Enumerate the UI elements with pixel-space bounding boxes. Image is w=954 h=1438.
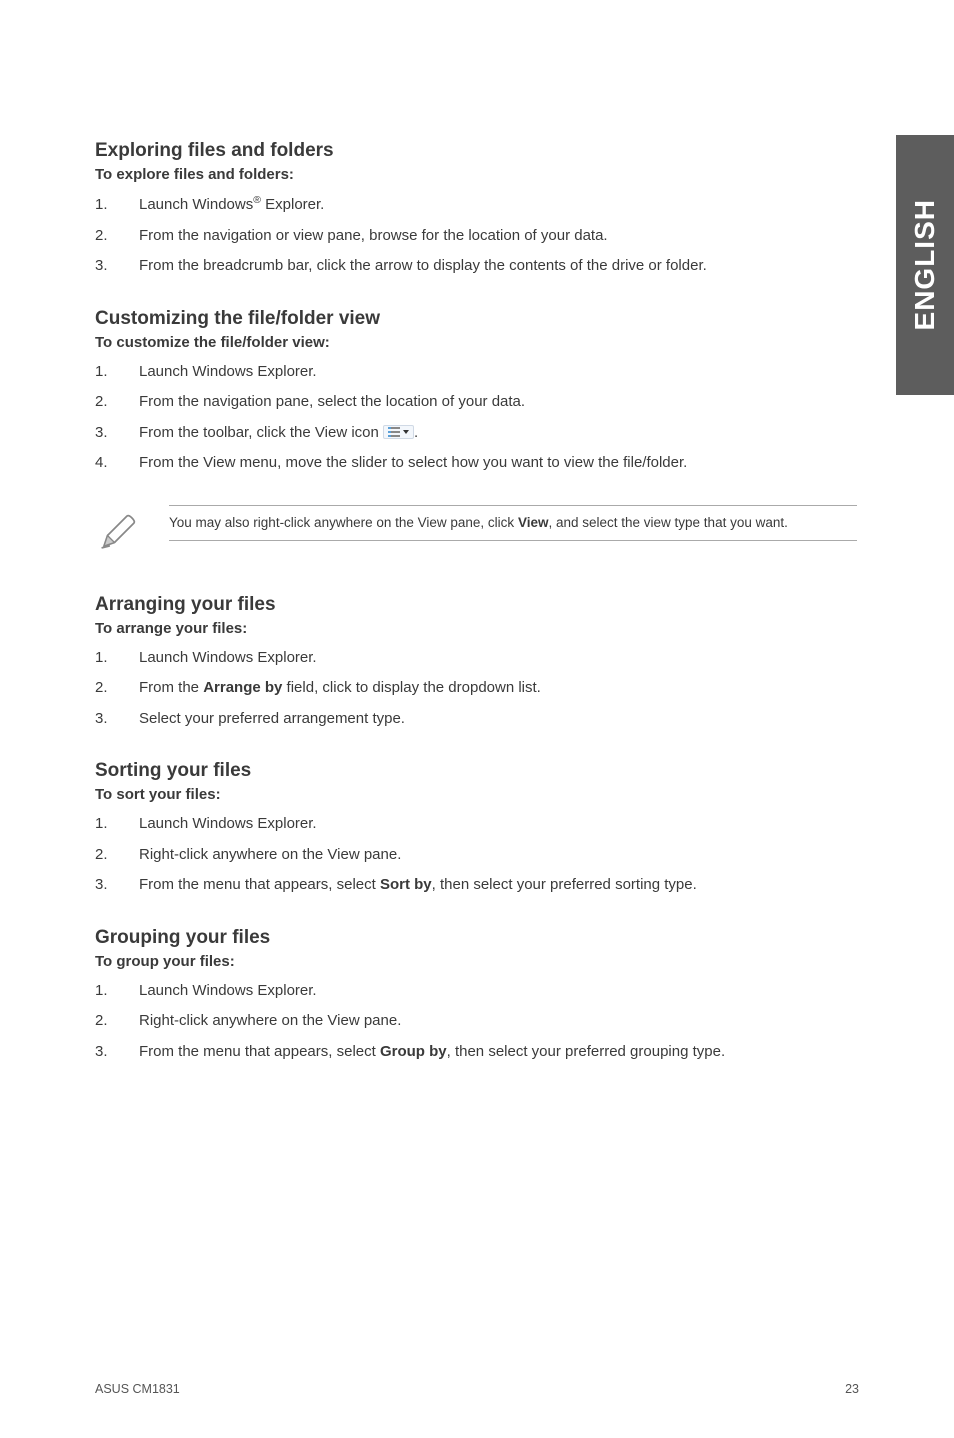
note-text: You may also right-click anywhere on the…: [169, 505, 857, 542]
list-item: 1.Launch Windows Explorer.: [95, 980, 859, 1003]
item-text: Right-click anywhere on the View pane.: [139, 1012, 401, 1029]
section-exploring: Exploring files and folders To explore f…: [95, 140, 859, 278]
item-text: From the navigation pane, select the loc…: [139, 393, 525, 410]
pencil-icon: [97, 505, 139, 558]
item-number: 3.: [95, 1041, 139, 1064]
subhead-customizing: To customize the file/folder view:: [95, 334, 859, 351]
list-exploring: 1.Launch Windows® Explorer. 2.From the n…: [95, 193, 859, 278]
subhead-sorting: To sort your files:: [95, 786, 859, 803]
list-item: 1.Launch Windows Explorer.: [95, 361, 859, 384]
item-number: 1.: [95, 647, 139, 670]
language-tab: ENGLISH: [896, 135, 954, 395]
item-text-post: field, click to display the dropdown lis…: [282, 679, 540, 696]
item-number: 1.: [95, 813, 139, 836]
item-text-post: , then select your preferred sorting typ…: [432, 876, 697, 893]
section-sorting: Sorting your files To sort your files: 1…: [95, 760, 859, 897]
item-number: 1.: [95, 361, 139, 384]
note-pre: You may also right-click anywhere on the…: [169, 515, 518, 530]
item-text-pre: From the: [139, 679, 203, 696]
item-text: Launch Windows Explorer.: [139, 649, 317, 666]
list-item: 2.From the Arrange by field, click to di…: [95, 677, 859, 700]
item-text: Launch Windows Explorer.: [139, 982, 317, 999]
item-text-post: Explorer.: [261, 196, 324, 213]
item-number: 2.: [95, 225, 139, 248]
page-footer: ASUS CM1831 23: [95, 1382, 859, 1396]
item-text-pre: Launch Windows: [139, 196, 253, 213]
item-number: 3.: [95, 255, 139, 278]
item-text-post: .: [414, 424, 418, 441]
list-item: 3.From the toolbar, click the View icon …: [95, 422, 859, 445]
heading-exploring: Exploring files and folders: [95, 140, 859, 162]
list-item: 4.From the View menu, move the slider to…: [95, 452, 859, 475]
list-bars-icon: [388, 427, 400, 437]
subhead-exploring: To explore files and folders:: [95, 166, 859, 183]
subhead-arranging: To arrange your files:: [95, 620, 859, 637]
item-number: 2.: [95, 1010, 139, 1033]
item-text: Launch Windows Explorer.: [139, 815, 317, 832]
item-number: 2.: [95, 844, 139, 867]
note-block: You may also right-click anywhere on the…: [95, 505, 859, 558]
item-text-pre: From the toolbar, click the View icon: [139, 424, 383, 441]
list-item: 2.From the navigation pane, select the l…: [95, 391, 859, 414]
dropdown-arrow-icon: [403, 430, 409, 434]
item-text: From the breadcrumb bar, click the arrow…: [139, 257, 707, 274]
list-sorting: 1.Launch Windows Explorer. 2.Right-click…: [95, 813, 859, 897]
list-item: 3.From the breadcrumb bar, click the arr…: [95, 255, 859, 278]
list-grouping: 1.Launch Windows Explorer. 2.Right-click…: [95, 980, 859, 1064]
item-text-pre: From the menu that appears, select: [139, 876, 380, 893]
list-item: 1.Launch Windows® Explorer.: [95, 193, 859, 217]
list-item: 1.Launch Windows Explorer.: [95, 647, 859, 670]
view-icon: [383, 425, 414, 439]
heading-arranging: Arranging your files: [95, 594, 859, 616]
footer-page-number: 23: [845, 1382, 859, 1396]
registered-mark: ®: [253, 194, 261, 206]
item-bold: Arrange by: [203, 679, 282, 696]
section-arranging: Arranging your files To arrange your fil…: [95, 594, 859, 731]
page-content: Exploring files and folders To explore f…: [0, 0, 954, 1133]
list-arranging: 1.Launch Windows Explorer. 2.From the Ar…: [95, 647, 859, 731]
heading-sorting: Sorting your files: [95, 760, 859, 782]
note-bold: View: [518, 515, 549, 530]
item-number: 3.: [95, 874, 139, 897]
item-text: Launch Windows Explorer.: [139, 363, 317, 380]
item-text: From the navigation or view pane, browse…: [139, 227, 608, 244]
item-bold: Group by: [380, 1043, 447, 1060]
list-item: 3.From the menu that appears, select Gro…: [95, 1041, 859, 1064]
list-item: 3.From the menu that appears, select Sor…: [95, 874, 859, 897]
heading-grouping: Grouping your files: [95, 927, 859, 949]
list-item: 2.Right-click anywhere on the View pane.: [95, 1010, 859, 1033]
item-text: Select your preferred arrangement type.: [139, 710, 405, 727]
item-bold: Sort by: [380, 876, 432, 893]
item-number: 4.: [95, 452, 139, 475]
item-number: 1.: [95, 194, 139, 217]
item-number: 1.: [95, 980, 139, 1003]
item-number: 3.: [95, 422, 139, 445]
item-number: 2.: [95, 677, 139, 700]
section-grouping: Grouping your files To group your files:…: [95, 927, 859, 1064]
list-item: 3.Select your preferred arrangement type…: [95, 708, 859, 731]
item-text-post: , then select your preferred grouping ty…: [447, 1043, 726, 1060]
list-item: 2.Right-click anywhere on the View pane.: [95, 844, 859, 867]
section-customizing: Customizing the file/folder view To cust…: [95, 308, 859, 558]
list-customizing: 1.Launch Windows Explorer. 2.From the na…: [95, 361, 859, 475]
item-text-pre: From the menu that appears, select: [139, 1043, 380, 1060]
item-text: From the View menu, move the slider to s…: [139, 454, 687, 471]
item-text: Right-click anywhere on the View pane.: [139, 846, 401, 863]
item-number: 2.: [95, 391, 139, 414]
note-post: , and select the view type that you want…: [548, 515, 787, 530]
list-item: 1.Launch Windows Explorer.: [95, 813, 859, 836]
item-number: 3.: [95, 708, 139, 731]
subhead-grouping: To group your files:: [95, 953, 859, 970]
list-item: 2.From the navigation or view pane, brow…: [95, 225, 859, 248]
heading-customizing: Customizing the file/folder view: [95, 308, 859, 330]
language-tab-label: ENGLISH: [909, 199, 941, 330]
footer-left: ASUS CM1831: [95, 1382, 180, 1396]
